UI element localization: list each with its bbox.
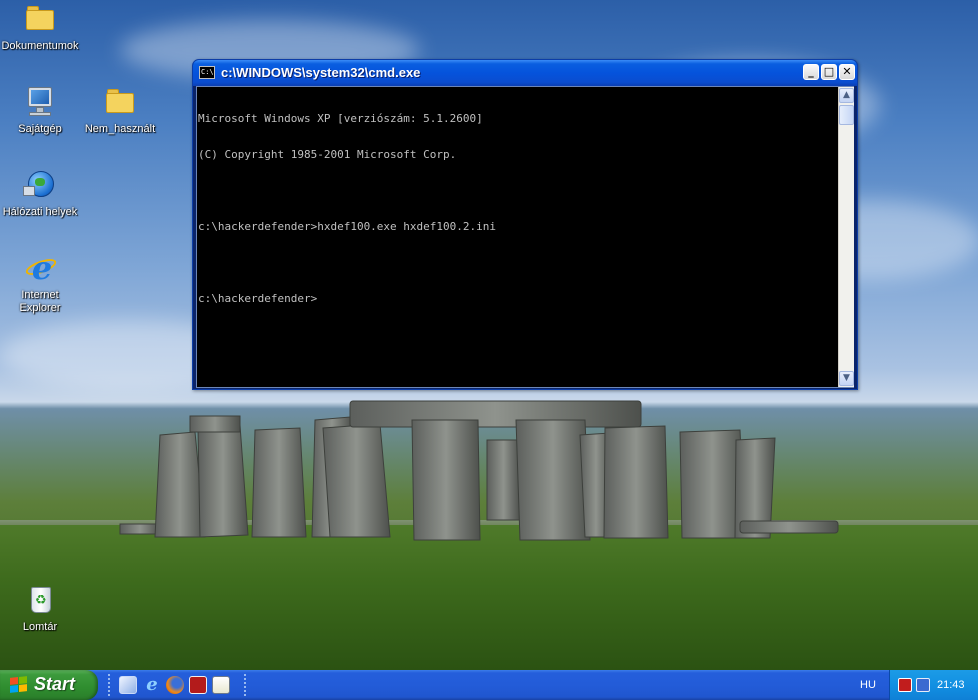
windows-flag-icon xyxy=(10,676,27,694)
close-button[interactable]: ✕ xyxy=(839,64,855,80)
desktop-icon-recycle-bin[interactable]: Lomtár xyxy=(0,583,80,634)
desktop-icon-my-computer[interactable]: Sajátgép xyxy=(0,85,80,136)
desktop-icon-label: Hálózati helyek xyxy=(2,206,78,218)
system-tray: 21:43 xyxy=(889,670,978,700)
desktop-icon-label: Dokumentumok xyxy=(1,40,79,52)
internet-explorer-icon[interactable]: e xyxy=(143,676,161,694)
save-icon[interactable] xyxy=(189,676,207,694)
desktop-icon-documents[interactable]: Dokumentumok xyxy=(0,2,80,53)
desktop-icon-nem-hasznalt[interactable]: Nem_használt xyxy=(80,85,160,136)
console-line: (C) Copyright 1985-2001 Microsoft Corp. xyxy=(198,149,457,161)
scroll-thumb[interactable] xyxy=(839,105,854,125)
documents-folder-icon xyxy=(23,2,57,36)
console-output[interactable]: Microsoft Windows XP [verziószám: 5.1.26… xyxy=(197,89,837,387)
clock[interactable]: 21:43 xyxy=(937,679,965,691)
desktop-icon-label: Sajátgép xyxy=(18,123,62,135)
desktop-icon-network-places[interactable]: Hálózati helyek xyxy=(0,168,80,219)
desktop-icon-label: Nem_használt xyxy=(84,123,156,135)
window-titlebar[interactable]: C:\ c:\WINDOWS\system32\cmd.exe _ □ ✕ xyxy=(193,60,857,86)
console-prompt[interactable]: c:\hackerdefender> xyxy=(198,293,837,305)
notepad-icon[interactable] xyxy=(212,676,230,694)
console-line: c:\hackerdefender>hxdef100.exe hxdef100.… xyxy=(198,221,497,233)
console-area[interactable]: Microsoft Windows XP [verziószám: 5.1.26… xyxy=(196,86,854,388)
window-title: c:\WINDOWS\system32\cmd.exe xyxy=(221,65,421,80)
network-connection-icon[interactable] xyxy=(916,678,930,692)
desktop-icon-label: Internet Explorer xyxy=(19,289,61,314)
internet-explorer-icon: e xyxy=(23,251,59,285)
my-computer-icon xyxy=(23,85,57,119)
show-desktop-icon[interactable] xyxy=(119,676,137,694)
desktop-icon-label: Lomtár xyxy=(22,621,58,633)
network-places-icon xyxy=(23,168,57,202)
desktop-icon-internet-explorer[interactable]: e Internet Explorer xyxy=(0,251,80,315)
firefox-icon[interactable] xyxy=(166,676,184,694)
language-indicator[interactable]: HU xyxy=(860,679,876,691)
cmd-window[interactable]: C:\ c:\WINDOWS\system32\cmd.exe _ □ ✕ Mi… xyxy=(192,59,858,390)
start-button[interactable]: Start xyxy=(0,670,98,700)
maximize-button[interactable]: □ xyxy=(821,64,837,80)
scroll-down-button[interactable]: ▼ xyxy=(839,371,854,386)
scroll-up-button[interactable]: ▲ xyxy=(839,88,854,103)
quicklaunch-grip[interactable] xyxy=(108,674,112,696)
folder-icon xyxy=(103,85,137,119)
taskbar: Start e HU 21:43 xyxy=(0,670,978,700)
recycle-bin-icon xyxy=(23,583,57,617)
minimize-button[interactable]: _ xyxy=(803,64,819,80)
vertical-scrollbar[interactable]: ▲ ▼ xyxy=(838,87,854,387)
console-line: Microsoft Windows XP [verziószám: 5.1.26… xyxy=(198,113,483,125)
cmd-app-icon[interactable]: C:\ xyxy=(199,66,215,79)
start-label: Start xyxy=(34,674,76,694)
taskbar-grip[interactable] xyxy=(244,674,248,696)
antivirus-icon[interactable] xyxy=(898,678,912,692)
